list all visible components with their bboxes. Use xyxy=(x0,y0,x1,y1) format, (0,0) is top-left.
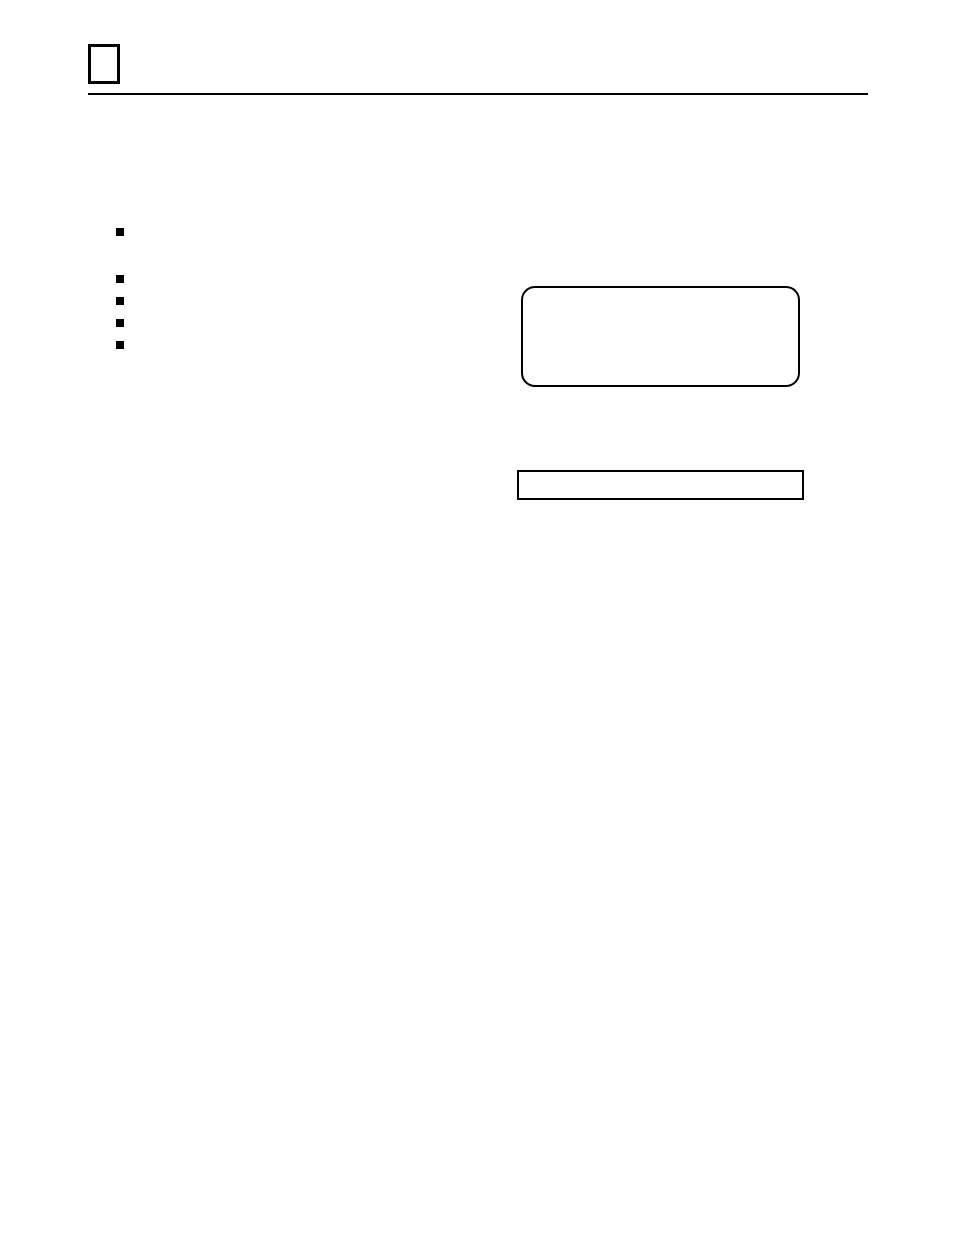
list-bullet xyxy=(116,228,124,236)
document-page xyxy=(0,0,954,1235)
list-bullet xyxy=(116,319,124,327)
horizontal-rule xyxy=(88,93,868,95)
list-bullet xyxy=(116,297,124,305)
list-bullet xyxy=(116,341,124,349)
list-bullet xyxy=(116,275,124,283)
callout-rounded-box xyxy=(521,286,800,387)
callout-rect-box xyxy=(517,470,804,500)
page-corner-marker xyxy=(88,44,120,84)
